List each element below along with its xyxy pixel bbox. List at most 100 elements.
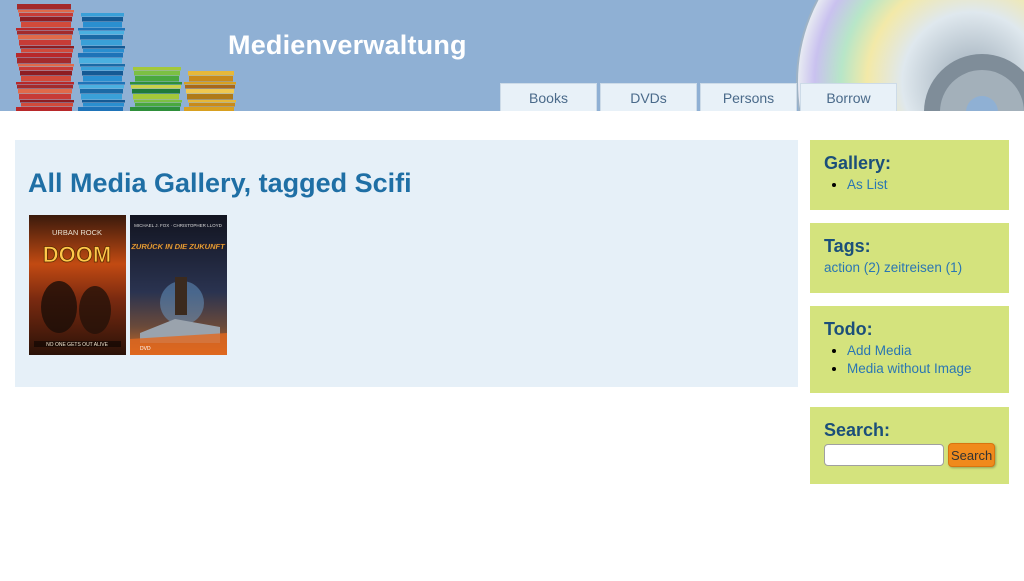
book-spine (19, 94, 71, 100)
book-spine (18, 89, 72, 94)
book-spine (185, 85, 235, 89)
search-input[interactable] (824, 444, 944, 466)
book-spine (17, 58, 71, 64)
tag-zeitreisen-link[interactable]: zeitreisen (1) (884, 260, 962, 275)
search-box-title: Search: (824, 420, 891, 440)
book-spine (184, 82, 236, 85)
bttf-cover-image: MICHAEL J. FOX · CHRISTOPHER LLOYD ZURÜC… (130, 215, 227, 355)
doom-top-text: URBAN ROCK (52, 228, 102, 237)
book-spine (79, 85, 124, 89)
tags-box: Tags: action (2) zeitreisen (1) (810, 223, 1009, 293)
book-spine (133, 67, 181, 71)
page-title: All Media Gallery, tagged Scifi (28, 168, 412, 198)
book-spine (184, 107, 234, 111)
as-list-link[interactable]: As List (847, 177, 888, 192)
book-spine (20, 71, 72, 76)
book-spine (18, 10, 74, 13)
site-title[interactable]: Medienverwaltung (228, 30, 467, 61)
book-spine (132, 89, 180, 94)
bttf-bottom-text: DVD (140, 346, 151, 352)
bttf-top-text: MICHAEL J. FOX · CHRISTOPHER LLOYD (134, 223, 223, 228)
book-spine (188, 100, 236, 103)
book-spine (82, 17, 123, 22)
book-spine (78, 53, 123, 58)
tags-box-title: Tags: (824, 236, 871, 256)
book-spine (18, 64, 74, 67)
media-gallery: URBAN ROCK DOOM NO ONE GETS OUT ALIVE MI… (29, 215, 231, 355)
book-spine (134, 71, 180, 76)
book-spine (82, 71, 123, 76)
book-spine (17, 85, 73, 89)
book-spine (16, 53, 72, 58)
book-spine (21, 103, 73, 107)
book-spine (131, 85, 181, 89)
nav-tab-books[interactable]: Books (500, 83, 597, 111)
book-spine (81, 40, 122, 46)
cover-back-to-the-future[interactable]: MICHAEL J. FOX · CHRISTOPHER LLOYD ZURÜC… (130, 215, 227, 355)
book-spine (135, 76, 179, 82)
book-spine (18, 35, 72, 40)
add-media-link[interactable]: Add Media (847, 343, 912, 358)
book-spine (81, 67, 124, 71)
search-box: Search: Search (810, 407, 1009, 484)
book-spine (78, 107, 123, 111)
doom-cover-image: URBAN ROCK DOOM NO ONE GETS OUT ALIVE (29, 215, 126, 355)
todo-list: Add Media Media without Image (824, 342, 995, 378)
book-spine (79, 31, 124, 35)
nav-tab-dvds[interactable]: DVDs (600, 83, 697, 111)
todo-box: Todo: Add Media Media without Image (810, 306, 1009, 393)
book-spine (16, 28, 74, 31)
book-spine (82, 100, 125, 103)
book-spine (130, 107, 180, 111)
book-spine (81, 94, 122, 100)
book-spine (189, 76, 233, 82)
book-spine (17, 4, 71, 10)
todo-list-item: Media without Image (847, 360, 995, 378)
book-spine (135, 103, 181, 107)
book-spine (20, 46, 74, 49)
book-spine (19, 13, 73, 17)
book-spine (20, 17, 72, 22)
nav-tab-persons[interactable]: Persons (700, 83, 797, 111)
book-spine (80, 35, 123, 40)
book-spine (21, 22, 71, 28)
search-button[interactable]: Search (948, 443, 996, 467)
book-spine (186, 89, 234, 94)
doom-bottom-text: NO ONE GETS OUT ALIVE (46, 342, 109, 348)
book-spine (19, 67, 73, 71)
book-spine (83, 22, 122, 28)
gallery-list: As List (824, 176, 995, 194)
book-spine (133, 94, 179, 100)
book-spine (16, 107, 72, 111)
header: Medienverwaltung Books DVDs Persons Borr… (0, 0, 1024, 111)
main-content: All Media Gallery, tagged Scifi URBAN RO… (15, 140, 798, 387)
main-navigation: Books DVDs Persons Borrow (500, 83, 900, 111)
book-spine (78, 82, 125, 85)
book-spine (130, 82, 182, 85)
book-spine (134, 100, 182, 103)
todo-box-title: Todo: (824, 319, 873, 339)
book-spine (80, 89, 123, 94)
book-spine (189, 103, 235, 107)
gallery-box: Gallery: As List (810, 140, 1009, 210)
nav-tab-borrow[interactable]: Borrow (800, 83, 897, 111)
book-spine (81, 13, 124, 17)
book-spine (21, 49, 73, 53)
book-spine (188, 71, 234, 76)
bttf-title-text: ZURÜCK IN DIE ZUKUNFT (130, 242, 226, 251)
tag-action-link[interactable]: action (2) (824, 260, 880, 275)
media-without-image-link[interactable]: Media without Image (847, 361, 972, 376)
book-spine (21, 76, 71, 82)
book-spine (83, 49, 124, 53)
doom-title-text: DOOM (43, 242, 111, 267)
book-spine (83, 103, 124, 107)
book-spine (16, 82, 74, 85)
book-spine (19, 40, 71, 46)
gallery-list-item: As List (847, 176, 995, 194)
cover-doom[interactable]: URBAN ROCK DOOM NO ONE GETS OUT ALIVE (29, 215, 126, 355)
tag-cloud: action (2) zeitreisen (1) (824, 259, 995, 277)
search-form: Search (824, 443, 996, 467)
book-spine (187, 94, 233, 100)
book-spine (80, 64, 125, 67)
books-stack-logo (16, 4, 236, 111)
